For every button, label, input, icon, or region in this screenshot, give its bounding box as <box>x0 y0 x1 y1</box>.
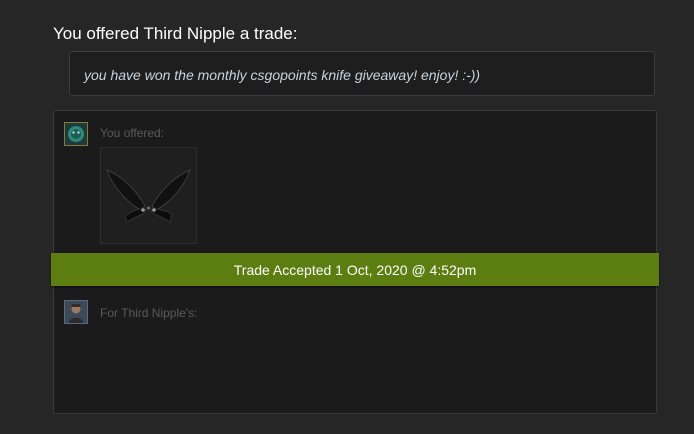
trade-message-box: you have won the monthly csgopoints knif… <box>69 51 655 96</box>
partner-items-label: For Third Nipple's: <box>100 306 198 320</box>
trade-heading: You offered Third Nipple a trade: <box>53 24 298 43</box>
avatar-image-icon <box>65 301 87 323</box>
trade-message: you have won the monthly csgopoints knif… <box>84 67 481 83</box>
partner-avatar[interactable] <box>64 300 88 324</box>
my-avatar[interactable] <box>64 122 88 146</box>
avatar-image-icon <box>65 123 87 145</box>
butterfly-knife-icon <box>106 169 191 223</box>
trade-status-banner: Trade Accepted 1 Oct, 2020 @ 4:52pm <box>51 253 659 286</box>
offered-item-slot[interactable] <box>100 147 197 244</box>
you-offered-label: You offered: <box>100 126 165 140</box>
